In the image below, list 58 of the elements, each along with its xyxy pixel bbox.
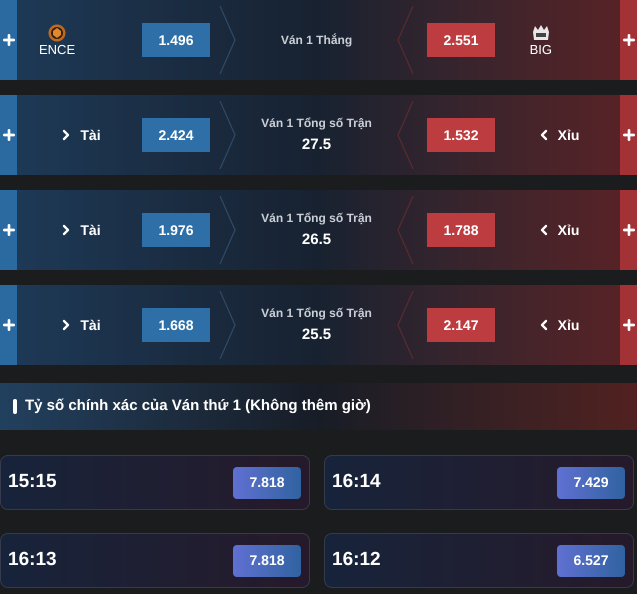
- odds-button[interactable]: 1.532: [427, 118, 495, 152]
- market-title: Ván 1 Tổng số Trận: [261, 114, 372, 132]
- team-name: BIG: [530, 43, 552, 56]
- score-label: 16:12: [332, 548, 381, 572]
- bet-label: Tài: [80, 126, 101, 144]
- odds-button[interactable]: 6.527: [557, 544, 625, 576]
- plus-icon: [0, 127, 16, 143]
- add-button[interactable]: [620, 285, 637, 365]
- market-title: Ván 1 Thắng: [280, 32, 352, 49]
- score-label: 16:13: [8, 548, 57, 572]
- add-button[interactable]: [620, 190, 637, 270]
- add-button[interactable]: [620, 95, 637, 175]
- bet-label: Tài: [80, 220, 101, 240]
- odds-button[interactable]: 2.551: [427, 23, 495, 57]
- line-value: 27.5: [302, 134, 332, 155]
- chevron-divider-icon: [397, 100, 414, 170]
- crown-icon: [530, 24, 551, 42]
- odds-button[interactable]: 7.818: [233, 466, 301, 498]
- plus-icon: [0, 32, 16, 48]
- odds-button[interactable]: 1.668: [142, 308, 210, 342]
- plus-icon: [620, 127, 636, 143]
- chevron-divider-icon: [219, 290, 236, 360]
- add-button[interactable]: [0, 190, 17, 270]
- odds-button[interactable]: 2.147: [427, 308, 495, 342]
- chevron-divider-icon: [219, 196, 236, 264]
- team-name: ENCE: [39, 43, 76, 56]
- chevron-divider-icon: [397, 290, 414, 360]
- bet-label: Xỉu: [558, 126, 580, 144]
- line-value: 25.5: [302, 324, 332, 345]
- line-value: 26.5: [302, 230, 332, 250]
- odds-button[interactable]: 1.496: [142, 23, 210, 57]
- section-title: Tỷ số chính xác của Ván thứ 1 (Không thêm giờ): [25, 396, 371, 416]
- plus-icon: [620, 222, 636, 238]
- plus-icon: [620, 32, 636, 48]
- chevron-divider-icon: [219, 6, 236, 74]
- bet-label: Tài: [80, 316, 101, 334]
- team-logo-icon: [48, 24, 66, 42]
- bet-label: Xỉu: [558, 220, 580, 240]
- chevron-divider-icon: [397, 196, 414, 264]
- plus-icon: [620, 317, 636, 333]
- odds-button[interactable]: 1.976: [142, 213, 210, 247]
- add-button[interactable]: [0, 95, 17, 175]
- bet-label: Xỉu: [558, 316, 580, 334]
- score-label: 15:15: [8, 470, 57, 494]
- chevron-divider-icon: [219, 100, 236, 170]
- odds-button[interactable]: 2.424: [142, 118, 210, 152]
- score-label: 16:14: [332, 470, 381, 494]
- odds-button[interactable]: 1.788: [427, 213, 495, 247]
- odds-button[interactable]: 7.429: [557, 466, 625, 498]
- plus-icon: [0, 317, 16, 333]
- plus-icon: [0, 222, 16, 238]
- add-button[interactable]: [620, 0, 637, 80]
- odds-button[interactable]: 7.818: [233, 544, 301, 576]
- market-title: Ván 1 Tổng số Trận: [261, 210, 372, 227]
- add-button[interactable]: [0, 285, 17, 365]
- market-title: Ván 1 Tổng số Trận: [261, 304, 372, 322]
- chevron-divider-icon: [397, 6, 414, 74]
- add-button[interactable]: [0, 0, 17, 80]
